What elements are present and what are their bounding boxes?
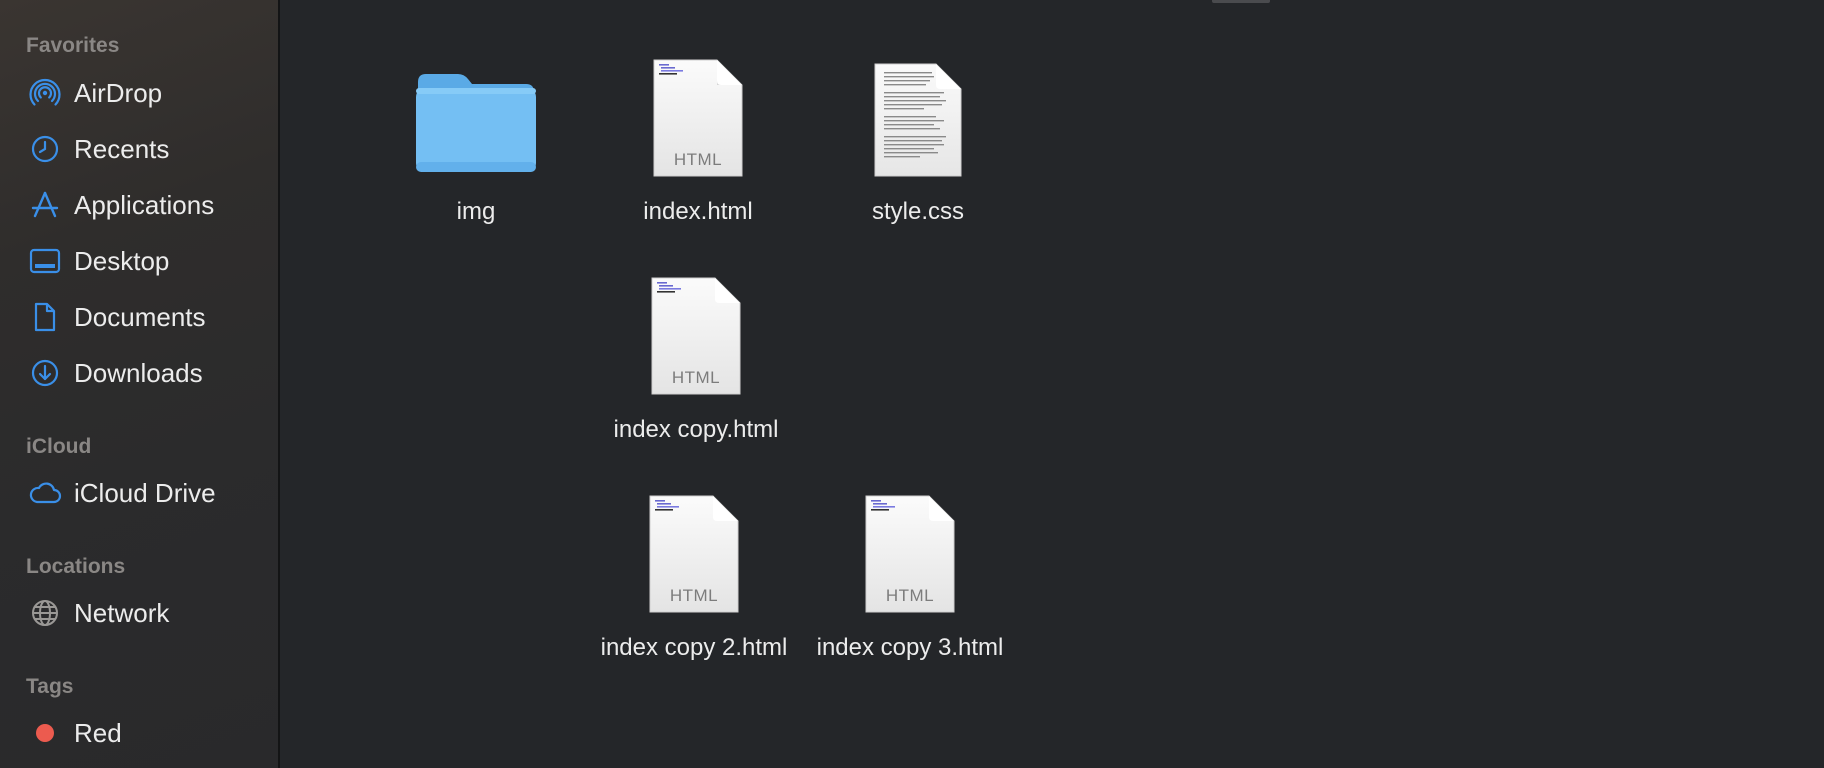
- sidebar-item-recents[interactable]: Recents: [0, 125, 278, 173]
- locations-section-title: Locations: [26, 555, 126, 578]
- file-item-index-copy-3-html[interactable]: HTML index copy 3.html: [800, 494, 1020, 661]
- airdrop-icon: [28, 76, 62, 110]
- cloud-icon: [28, 476, 62, 510]
- sidebar-item-downloads[interactable]: Downloads: [0, 349, 278, 397]
- file-item-index-copy-html[interactable]: HTML index copy.html: [586, 276, 806, 443]
- file-type-label: HTML: [673, 150, 723, 169]
- icloud-section-title: iCloud: [26, 435, 92, 458]
- finder-sidebar: Favorites AirDrop Recents Applications D…: [0, 0, 280, 768]
- file-name: index copy 2.html: [600, 634, 788, 661]
- document-icon: [28, 300, 62, 334]
- file-name: index copy 3.html: [816, 634, 1004, 661]
- sidebar-item-label: iCloud Drive: [74, 477, 216, 508]
- file-name: img: [456, 198, 496, 225]
- file-name: index copy.html: [613, 416, 779, 443]
- sidebar-item-label: Applications: [74, 189, 215, 220]
- folder-icon: [414, 62, 538, 174]
- file-type-label: HTML: [885, 586, 935, 605]
- sidebar-item-documents[interactable]: Documents: [0, 293, 278, 341]
- file-name: style.css: [871, 198, 964, 225]
- file-icon-view[interactable]: img HTML index.html style.css HTML index…: [282, 0, 1824, 768]
- file-item-index-copy-2-html[interactable]: HTML index copy 2.html: [584, 494, 804, 661]
- file-item-style-css[interactable]: style.css: [808, 62, 1028, 225]
- tags-section-title: Tags: [26, 675, 74, 698]
- sidebar-item-tag-red[interactable]: Red: [0, 709, 278, 757]
- sidebar-item-airdrop[interactable]: AirDrop: [0, 69, 278, 117]
- sidebar-item-desktop[interactable]: Desktop: [0, 237, 278, 285]
- favorites-section-title: Favorites: [26, 34, 120, 57]
- clock-icon: [28, 132, 62, 166]
- sidebar-item-label: Desktop: [74, 245, 170, 276]
- applications-icon: [28, 188, 62, 222]
- red-tag-dot-icon: [28, 716, 62, 750]
- sidebar-item-label: Network: [74, 597, 170, 628]
- file-item-img-folder[interactable]: img: [366, 62, 586, 225]
- sidebar-item-label: AirDrop: [74, 77, 163, 108]
- sidebar-item-label: Documents: [74, 301, 206, 332]
- sidebar-item-label: Downloads: [74, 357, 203, 388]
- sidebar-item-network[interactable]: Network: [0, 589, 278, 637]
- scroll-indicator[interactable]: [1212, 0, 1270, 3]
- download-icon: [28, 356, 62, 390]
- file-type-label: HTML: [669, 586, 719, 605]
- html-file-icon: HTML: [653, 58, 743, 178]
- html-file-icon: HTML: [649, 494, 739, 614]
- sidebar-item-label: Red: [74, 717, 122, 748]
- file-type-label: HTML: [671, 368, 721, 387]
- css-file-icon: [874, 62, 962, 178]
- file-item-index-html[interactable]: HTML index.html: [588, 58, 808, 225]
- html-file-icon: HTML: [865, 494, 955, 614]
- sidebar-item-label: Recents: [74, 133, 170, 164]
- desktop-icon: [28, 244, 62, 278]
- sidebar-item-applications[interactable]: Applications: [0, 181, 278, 229]
- file-name: index.html: [643, 198, 753, 225]
- globe-icon: [28, 596, 62, 630]
- html-file-icon: HTML: [651, 276, 741, 396]
- sidebar-item-icloud-drive[interactable]: iCloud Drive: [0, 469, 278, 517]
